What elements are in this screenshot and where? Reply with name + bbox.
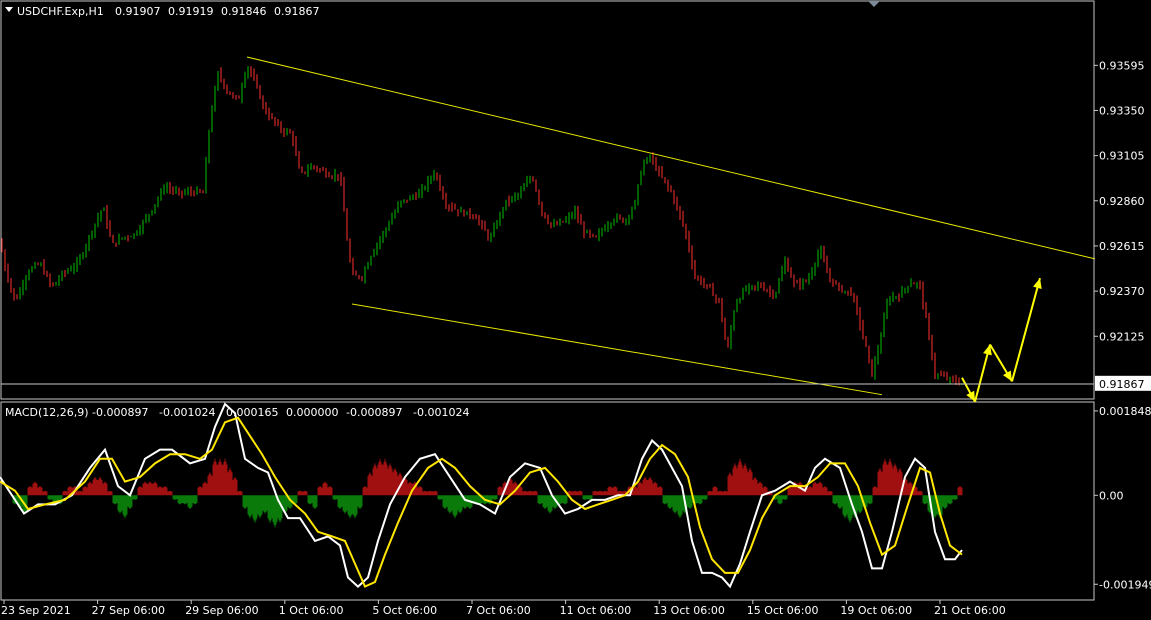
price-tick-label: 0.93595 [1099,59,1145,72]
time-tick-label: 5 Oct 06:00 [372,604,437,617]
trading-chart[interactable]: 0.93595 0.93350 0.93105 0.92860 0.92615 0.923… [0,0,1151,620]
macd-header-value: -0.000897 [346,406,402,419]
price-tick-label: 0.93350 [1099,104,1145,117]
macd-tick-label: -0.001949 [1099,578,1151,591]
macd-title[interactable]: MACD(12,26,9) [5,406,89,419]
ohlc-close: 0.91867 [274,5,320,18]
time-tick-label: 27 Sep 06:00 [92,604,165,617]
macd-tick-label: 0.00 [1099,489,1124,502]
macd-header-value: -0.000897 [92,406,148,419]
ohlc-high: 0.91919 [168,5,214,18]
time-tick-label: 7 Oct 06:00 [466,604,531,617]
price-tick-label: 0.92370 [1099,285,1145,298]
macd-header-value: 0.000000 [286,406,339,419]
ohlc-low: 0.91846 [221,5,267,18]
time-tick-label: 21 Oct 06:00 [934,604,1006,617]
price-tick-label: 0.93105 [1099,150,1145,163]
current-price-label: 0.91867 [1099,378,1145,391]
time-tick-label: 11 Oct 06:00 [560,604,632,617]
symbol-title[interactable]: USDCHF.Exp,H1 [17,5,104,18]
price-tick-label: 0.92615 [1099,240,1145,253]
ohlc-open: 0.91907 [115,5,161,18]
macd-header-value: 0.000165 [226,406,279,419]
price-tick-label: 0.92125 [1099,330,1145,343]
time-tick-label: 15 Oct 06:00 [747,604,819,617]
time-tick-label: 19 Oct 06:00 [840,604,912,617]
time-tick-label: 13 Oct 06:00 [653,604,725,617]
time-tick-label: 1 Oct 06:00 [279,604,344,617]
time-tick-label: 23 Sep 2021 [1,604,71,617]
macd-header-value: -0.001024 [159,406,215,419]
price-tick-label: 0.92860 [1099,195,1145,208]
time-tick-label: 29 Sep 06:00 [185,604,258,617]
chart-background [0,0,1151,620]
macd-header-value: -0.001024 [413,406,469,419]
macd-tick-label: 0.001848 [1099,405,1151,418]
